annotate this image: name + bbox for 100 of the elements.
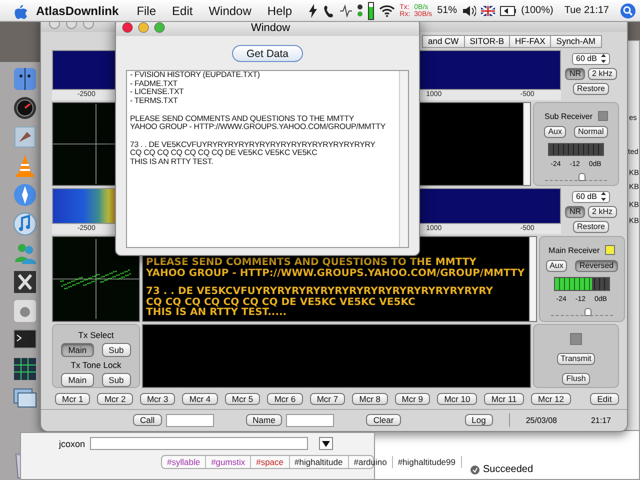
macro-button[interactable]: Mcr 2 [97, 393, 133, 405]
decoded-text-line: CQ CQ CQ CQ CQ CQ CQ DE VE5KC VE5KC VE5KC [146, 298, 416, 308]
volume-slider[interactable] [550, 308, 613, 316]
triangle-icon [322, 440, 330, 446]
decoded-text-line: YAHOO GROUP - HTTP://WWW.GROUPS.YAHOO.COM/GROUP/MMTTY [146, 268, 525, 279]
group-label: Tx Tone Lock [70, 360, 122, 370]
nr-button[interactable]: NR [565, 68, 586, 80]
lightning-icon [308, 4, 318, 18]
volume-slider[interactable] [545, 173, 607, 181]
aux-button[interactable]: Aux [546, 260, 568, 272]
dropdown-button[interactable] [319, 437, 334, 450]
channel-tab[interactable]: #arduino [348, 456, 393, 468]
mode-tab[interactable]: and CW [422, 35, 465, 48]
macro-button[interactable]: Mcr 8 [352, 393, 388, 405]
stepper-icon [600, 54, 606, 63]
clock-icon [12, 95, 38, 121]
menu-item[interactable]: Edit [172, 4, 193, 18]
zoom-icon[interactable] [154, 22, 165, 33]
toggle-button[interactable]: Sub [102, 343, 131, 357]
macro-button[interactable]: Mcr 6 [267, 393, 303, 405]
mode-button[interactable]: Reversed [575, 260, 618, 272]
status-icon [470, 464, 480, 474]
macro-button[interactable]: Mcr 9 [394, 393, 430, 405]
macro-button[interactable]: Mcr 3 [140, 393, 176, 405]
apple-icon [14, 2, 28, 18]
gauge-icon [368, 2, 374, 20]
decoded-text-line: PLEASE SEND COMMENTS AND QUESTIONS TO THE MMTTY [146, 258, 476, 268]
bandwidth-button[interactable]: 2 kHz [588, 206, 616, 218]
mode-button[interactable]: Normal [574, 126, 608, 138]
macro-button[interactable]: Mcr 4 [182, 393, 218, 405]
mode-tab[interactable]: Synch-AM [550, 35, 602, 48]
range-select[interactable]: 60 dB [572, 191, 610, 203]
toggle-button[interactable]: Main [61, 343, 94, 357]
restore-button[interactable]: Restore [572, 221, 609, 233]
compass-icon [12, 182, 38, 208]
range-value: 60 dB [576, 54, 597, 64]
slider-thumb[interactable] [584, 308, 592, 316]
slider-thumb[interactable] [578, 173, 586, 182]
range-value: 60 dB [576, 192, 597, 202]
log-button[interactable]: Log [464, 414, 493, 426]
date-text: 25/03/08 [526, 416, 557, 424]
restore-button[interactable]: Restore [572, 83, 609, 95]
status-light-icon [356, 2, 363, 18]
wifi-icon [378, 4, 395, 16]
username: jcoxon [59, 438, 86, 448]
call-button[interactable]: Call [133, 414, 162, 426]
decoded-text-line: 73 . . DE VE5KCVFUYRYRYRYRYRYRYRYRYRYRYRYRYRYRYRYRY [146, 287, 493, 298]
macro-button[interactable]: Mcr 1 [55, 393, 90, 405]
channel-tab[interactable]: #space [251, 456, 290, 468]
macro-button[interactable]: Mcr 11 [484, 393, 524, 405]
aux-button[interactable]: Aux [544, 126, 566, 138]
call-field[interactable] [166, 414, 214, 426]
phone-icon [322, 4, 335, 18]
toggle-button[interactable]: Sub [102, 373, 131, 387]
clock: Tue 21:17 [564, 5, 609, 16]
receiver-title: Sub Receiver [544, 112, 593, 120]
name-button[interactable]: Name [246, 414, 282, 426]
range-select[interactable]: 60 dB [572, 53, 610, 65]
flush-button[interactable]: Flush [562, 373, 590, 385]
nr-button[interactable]: NR [565, 206, 586, 218]
decoded-text-line: THIS IS AN RTTY TEST..... [146, 308, 287, 318]
stamp-icon [12, 124, 38, 150]
battery-percentage: (100%) [521, 5, 554, 16]
macro-button[interactable]: Mcr 5 [224, 393, 260, 405]
clear-button[interactable]: Clear [366, 414, 401, 426]
mode-tab[interactable]: HF-FAX [509, 35, 552, 48]
grid-icon [12, 356, 38, 382]
toggle-button[interactable]: Main [61, 373, 94, 387]
menu-item[interactable]: Window [208, 4, 252, 18]
minimize-icon[interactable] [138, 22, 149, 33]
group-label: Tx Select [78, 330, 114, 340]
channel-tab[interactable]: #highaltitude [290, 456, 349, 468]
edit-button[interactable]: Edit [590, 393, 619, 405]
macro-button[interactable]: Mcr 12 [531, 393, 571, 405]
x-letter-icon [12, 269, 38, 295]
macro-button[interactable]: Mcr 7 [310, 393, 346, 405]
channel-tab[interactable]: #syllable [162, 456, 206, 468]
macro-button[interactable]: Mcr 10 [437, 393, 478, 405]
menu-item[interactable]: Help [267, 4, 292, 18]
status-text: Succeeded [483, 464, 534, 475]
smiley-face-icon [12, 66, 38, 92]
stepper-icon [600, 192, 606, 201]
search-icon [620, 2, 636, 18]
time-text: 21:17 [590, 416, 612, 424]
name-field[interactable] [286, 414, 334, 426]
channel-tab[interactable]: #highaltitude99 [392, 456, 462, 468]
battery-icon [500, 6, 516, 16]
waveform-icon [340, 4, 352, 18]
bandwidth-button[interactable]: 2 kHz [588, 68, 616, 80]
close-icon[interactable] [122, 22, 133, 33]
message-field[interactable] [90, 437, 308, 450]
window-title: Window [250, 22, 292, 34]
get-data-button[interactable]: Get Data [232, 45, 303, 62]
app-name[interactable]: AtlasDownlink [36, 4, 119, 18]
mode-tab[interactable]: SITOR-B [464, 35, 510, 48]
menu-item[interactable]: File [136, 4, 156, 18]
cpu-load: 51% [437, 5, 458, 16]
flag-icon [481, 6, 496, 16]
channel-tab[interactable]: #gumstix [206, 456, 252, 468]
transmit-button[interactable]: Transmit [556, 353, 596, 365]
